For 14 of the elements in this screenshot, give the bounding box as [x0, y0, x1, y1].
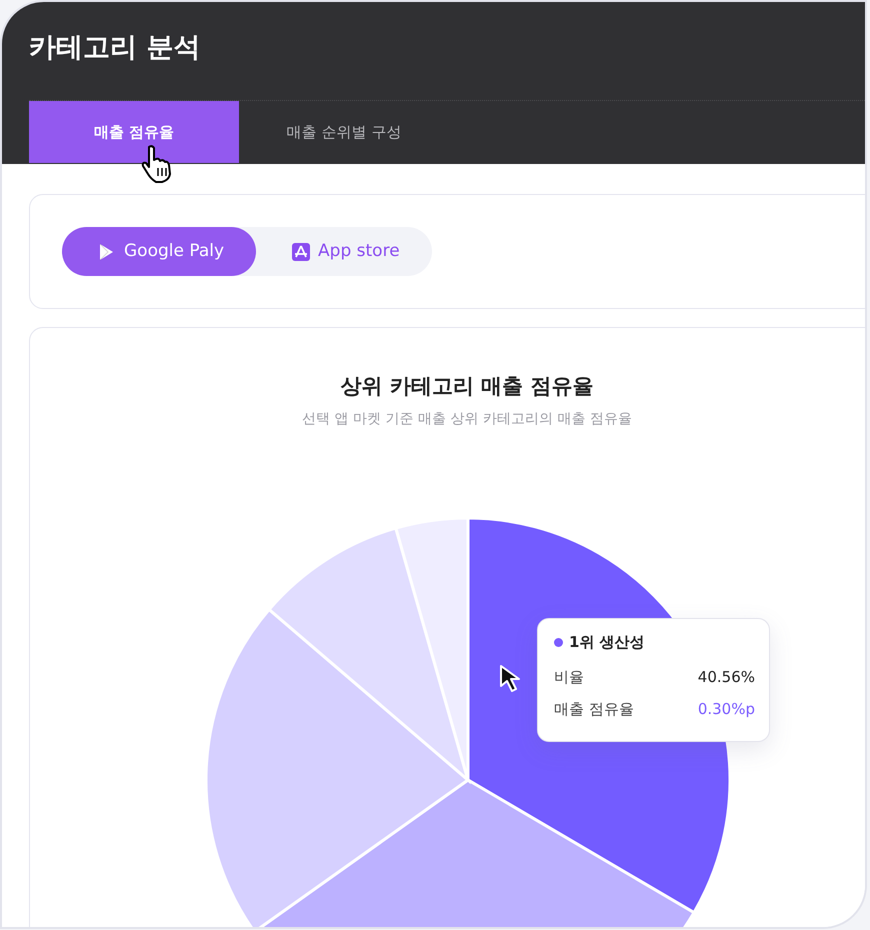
chart-subtitle: 선택 앱 마켓 기준 매출 상위 카테고리의 매출 점유율 [301, 410, 633, 430]
series-dot [554, 638, 563, 647]
tooltip-label: 매출 점유율 [554, 699, 634, 720]
tab[interactable]: 매출 점유율 [29, 101, 239, 163]
store-option[interactable]: Google Paly [62, 227, 256, 276]
app-store-icon [292, 242, 310, 260]
tab[interactable]: 매출 순위별 구성 [239, 101, 449, 163]
tooltip-label: 비율 [554, 666, 584, 688]
tooltip-value: 0.30%p [698, 699, 755, 720]
chart-title: 상위 카테고리 매출 점유율 [340, 374, 594, 400]
tooltip-value: 40.56% [698, 666, 755, 688]
tooltip-title: 1위 생산성 [569, 632, 645, 653]
store-option[interactable]: App store [256, 227, 432, 276]
page-title: 카테고리 분석 [29, 31, 202, 65]
